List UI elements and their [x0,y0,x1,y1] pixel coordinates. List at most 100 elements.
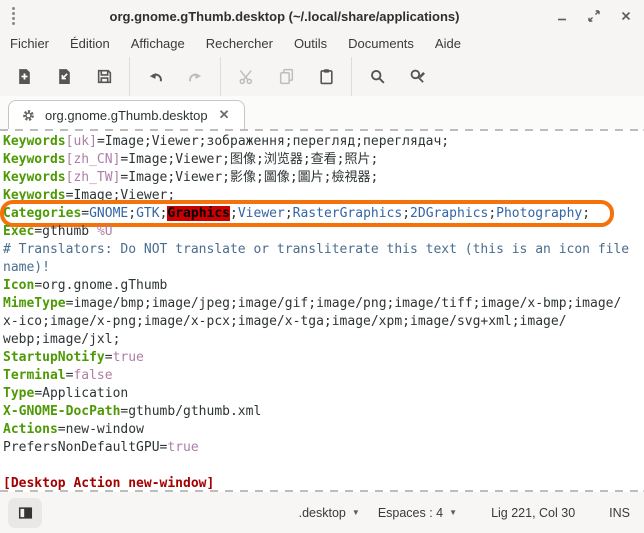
redo-button [175,60,215,94]
code-segment-plain: =new-window [58,422,144,437]
restore-icon[interactable] [586,8,602,24]
code-segment-plain: = [105,350,113,365]
code-segment-plain: =Image;Viewer; [66,188,176,203]
editor-line[interactable]: Actions=new-window [3,421,644,439]
code-segment-section: [Desktop Action new-window] [3,476,214,490]
tab-close-icon[interactable]: ✕ [217,107,232,123]
menu-item-documents[interactable]: Documents [348,36,414,51]
find-button[interactable] [357,60,397,94]
editor-line[interactable]: Terminal=false [3,367,644,385]
language-selector[interactable]: .desktop ▼ [299,506,360,520]
window-controls [554,8,634,24]
menu-item-edition[interactable]: Édition [70,36,110,51]
code-segment-blue: RasterGraphics [293,206,403,221]
close-icon[interactable] [618,8,634,24]
status-bar: .desktop ▼ Espaces : 4 ▼ Lig 221, Col 30… [0,492,644,533]
menu-item-fichier[interactable]: Fichier [10,36,49,51]
code-segment-plain: ; [230,206,238,221]
code-segment-blue: Photography [496,206,582,221]
code-segment-locale: [zh_TW] [66,170,121,185]
code-segment-key: StartupNotify [3,350,105,365]
editor-line[interactable]: x-ico;image/x-png;image/x-pcx;image/x-tg… [3,313,644,331]
paste-icon [318,68,335,85]
editor-line[interactable]: # Translators: Do NOT translate or trans… [3,241,644,259]
editor-line[interactable]: Icon=org.gnome.gThumb [3,277,644,295]
gedit-window: org.gnome.gThumb.desktop (~/.local/share… [0,0,644,533]
code-segment-key: MimeType [3,296,66,311]
toolbar-separator [220,57,221,96]
code-segment-plain: =Image;Viewer;影像;圖像;圖片;檢視器; [120,170,378,185]
code-segment-plain: =org.gnome.gThumb [34,278,167,293]
code-segment-key: Icon [3,278,34,293]
code-segment-locale: [zh_CN] [66,152,121,167]
code-segment-key: Type [3,386,34,401]
code-segment-blue: GTK [136,206,159,221]
editor-text-area[interactable]: Keywords [uk]=Image;Viewer;зображення;пер… [0,131,644,490]
editor-line[interactable]: Keywords[zh_TW]=Image;Viewer;影像;圖像;圖片;檢視… [3,169,644,187]
cursor-position: Lig 221, Col 30 [491,506,575,520]
save-document-button[interactable] [84,60,124,94]
editor-line[interactable]: Keywords[zh_CN]=Image;Viewer;图像;浏览器;查看;照… [3,151,644,169]
code-segment-plain: =Image;Viewer;зображення;перегляд;перегл… [97,134,449,149]
chevron-down-icon: ▼ [449,508,457,517]
code-segment-key: Categories [3,206,81,221]
menu-item-outils[interactable]: Outils [294,36,327,51]
code-segment-key: Keywords [3,170,66,185]
paste-button[interactable] [306,60,346,94]
editor-line[interactable]: Type=Application [3,385,644,403]
code-segment-locale: [uk] [66,134,97,149]
code-segment-plain: PrefersNonDefaultGPU= [3,440,167,455]
editor-line[interactable]: PrefersNonDefaultGPU=true [3,439,644,457]
tab-width-selector[interactable]: Espaces : 4 ▼ [378,506,457,520]
code-segment-plain: ; [488,206,496,221]
editor-line[interactable]: Categories=GNOME;GTK;Graphics;Viewer;Ras… [3,205,644,223]
find-replace-button[interactable] [397,60,437,94]
statusbar-right: .desktop ▼ Espaces : 4 ▼ Lig 221, Col 30… [299,506,630,520]
editor-line[interactable]: name)! [3,259,644,277]
code-segment-special: true [167,440,198,455]
find-replace-icon [409,68,426,85]
cut-button [226,60,266,94]
code-segment-plain: webp;image/jxl; [3,332,120,347]
code-segment-plain: = [81,206,89,221]
window-title: org.gnome.gThumb.desktop (~/.local/share… [15,9,554,24]
minimize-icon[interactable] [554,8,570,24]
chevron-down-icon: ▼ [352,508,360,517]
side-panel-icon [18,506,33,520]
code-segment-plain: =gthumb/gthumb.xml [120,404,261,419]
menubar: Fichier Édition Affichage Rechercher Outils D… [0,32,644,57]
undo-button[interactable] [135,60,175,94]
code-segment-plain: =Application [34,386,128,401]
editor-line[interactable]: StartupNotify=true [3,349,644,367]
toolbar-separator [129,57,130,96]
editor-line[interactable]: X-GNOME-DocPath=gthumb/gthumb.xml [3,403,644,421]
editor-line[interactable]: [Desktop Action new-window] [3,475,644,490]
code-segment-match: Graphics [167,206,230,221]
copy-button [266,60,306,94]
editor-line[interactable]: webp;image/jxl; [3,331,644,349]
editor-line[interactable]: Keywords[uk]=Image;Viewer;зображення;пер… [3,133,644,151]
editor-line[interactable] [3,457,644,475]
side-panel-toggle-button[interactable] [8,498,42,528]
editor-line[interactable]: Exec=gthumb %U [3,223,644,241]
code-segment-plain: ; [285,206,293,221]
menu-item-affichage[interactable]: Affichage [131,36,185,51]
cut-icon [238,68,255,85]
code-segment-plain: =Image;Viewer;图像;浏览器;查看;照片; [120,152,378,167]
document-tab[interactable]: org.gnome.gThumb.desktop ✕ [8,100,245,129]
editor-line[interactable]: Keywords=Image;Viewer; [3,187,644,205]
menu-item-rechercher[interactable]: Rechercher [206,36,273,51]
menu-item-aide[interactable]: Aide [435,36,461,51]
tab-bar: org.gnome.gThumb.desktop ✕ [0,96,644,129]
editor-line[interactable]: MimeType=image/bmp;image/jpeg;image/gif;… [3,295,644,313]
code-segment-blue: GNOME [89,206,128,221]
gear-icon [21,108,36,123]
insert-mode-indicator[interactable]: INS [609,506,630,520]
new-document-button[interactable] [4,60,44,94]
new-document-icon [16,68,33,85]
open-document-button[interactable] [44,60,84,94]
copy-icon [278,68,295,85]
tab-label: org.gnome.gThumb.desktop [45,108,208,123]
titlebar: org.gnome.gThumb.desktop (~/.local/share… [0,0,644,32]
code-segment-key: Exec [3,224,34,239]
